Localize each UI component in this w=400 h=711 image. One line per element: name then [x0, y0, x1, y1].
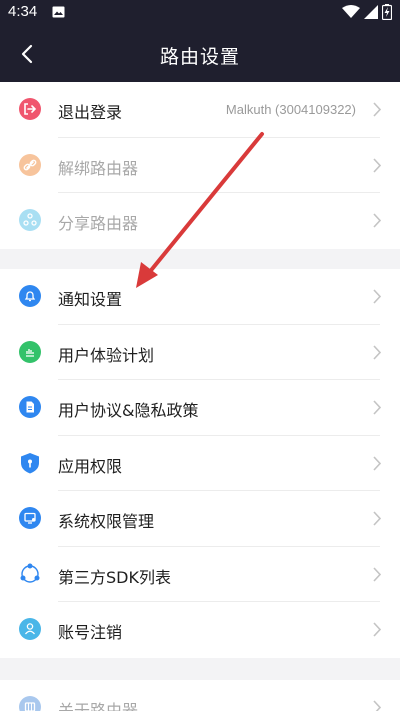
account-name: Malkuth (3004109322): [225, 102, 356, 117]
chevron-right-icon: [373, 622, 382, 637]
notification-settings-row[interactable]: 通知设置: [0, 269, 400, 325]
router-icon: [19, 696, 41, 711]
document-icon: [19, 396, 41, 418]
third-party-sdk-label: 第三方SDK列表: [58, 567, 171, 587]
share-nodes-icon: [20, 563, 40, 583]
account-group: 退出登录 Malkuth (3004109322) 解绑路由器 分享路由器: [0, 82, 400, 249]
bell-icon: [19, 285, 41, 307]
chevron-right-icon: [373, 400, 382, 415]
system-permissions-label: 系统权限管理: [58, 512, 155, 531]
wifi-icon: [342, 5, 360, 18]
page-title: 路由设置: [159, 46, 240, 68]
share-router-row[interactable]: 分享路由器: [0, 193, 400, 249]
app-bar: 路由设置: [0, 26, 400, 82]
chart-icon: [19, 340, 41, 363]
image-icon: [52, 6, 65, 18]
notification-settings-label: 通知设置: [58, 290, 123, 309]
status-icons: [342, 4, 392, 20]
chevron-right-icon: [373, 213, 382, 228]
about-router-label: 关于路由器: [58, 701, 139, 711]
chevron-right-icon: [373, 511, 382, 526]
chevron-right-icon: [373, 566, 382, 582]
logout-label: 退出登录: [58, 103, 123, 122]
status-bar: 4:34: [0, 0, 400, 26]
about-router-row[interactable]: 关于路由器: [0, 680, 400, 711]
chevron-right-icon: [373, 700, 382, 711]
app-permissions-label: 应用权限: [58, 456, 123, 476]
status-time: 4:34: [8, 3, 38, 20]
user-experience-label: 用户体验计划: [58, 345, 155, 365]
link-icon: [19, 153, 41, 176]
system-permissions-row[interactable]: 系统权限管理: [0, 491, 400, 547]
logout-row[interactable]: 退出登录 Malkuth (3004109322): [0, 82, 400, 138]
chevron-right-icon: [373, 289, 382, 304]
share-router-label: 分享路由器: [58, 214, 139, 233]
account-cancellation-row[interactable]: 账号注销: [0, 602, 400, 658]
monitor-icon: [19, 507, 41, 529]
about-group: 关于路由器: [0, 680, 400, 711]
third-party-sdk-row[interactable]: 第三方SDK列表: [0, 547, 400, 602]
user-agreement-label: 用户协议&隐私政策: [58, 401, 199, 420]
chevron-right-icon: [373, 157, 382, 173]
logout-icon: [19, 98, 41, 120]
unbind-router-row[interactable]: 解绑路由器: [0, 138, 400, 193]
battery-charging-icon: [382, 4, 392, 20]
share-icon: [19, 209, 41, 231]
unbind-router-label: 解绑路由器: [58, 158, 139, 178]
app-permissions-row[interactable]: 应用权限: [0, 436, 400, 491]
settings-group: 通知设置 用户体验计划 用户协议&隐私政策 应用权限 系统权限管理 第三方SDK…: [0, 269, 400, 658]
chevron-right-icon: [373, 344, 382, 360]
user-icon: [19, 618, 41, 640]
chevron-right-icon: [373, 102, 382, 117]
chevron-right-icon: [373, 455, 382, 471]
user-experience-row[interactable]: 用户体验计划: [0, 325, 400, 380]
signal-icon: [364, 5, 378, 19]
shield-icon: [21, 452, 39, 473]
user-agreement-row[interactable]: 用户协议&隐私政策: [0, 380, 400, 436]
account-cancellation-label: 账号注销: [58, 623, 123, 642]
